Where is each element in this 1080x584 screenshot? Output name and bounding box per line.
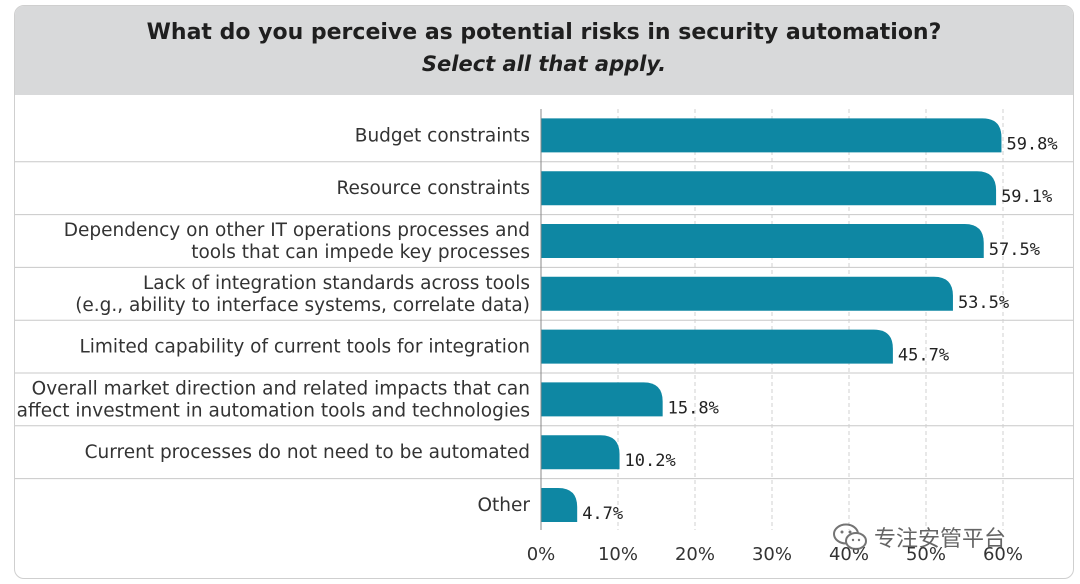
category-label: Overall market direction and related imp… [32, 378, 530, 399]
category-label: Current processes do not need to be auto… [85, 442, 530, 463]
category-label: Resource constraints [336, 178, 530, 199]
value-label: 10.2% [625, 451, 676, 471]
bar [541, 435, 620, 470]
bar-chart: 59.8% Budget constraints 59.1% Resource con… [15, 109, 1073, 565]
bar [541, 382, 663, 417]
value-label: 57.5% [989, 240, 1040, 260]
wechat-icon [833, 523, 867, 550]
category-label: affect investment in automation tools an… [17, 400, 530, 421]
watermark-text: 专注安管平台 [874, 527, 1007, 552]
bar [541, 171, 997, 206]
category-label: Dependency on other IT operations proces… [64, 220, 530, 241]
bar [541, 276, 953, 311]
category-label: Budget constraints [355, 125, 530, 146]
category-label: Lack of integration standards across too… [143, 273, 530, 294]
bar [541, 488, 578, 522]
category-label: tools that can impede key processes [191, 242, 530, 263]
value-label: 15.8% [668, 398, 719, 418]
x-tick-label: 30% [752, 544, 792, 565]
value-label: 59.8% [1006, 134, 1057, 154]
x-tick-label: 20% [675, 544, 715, 565]
x-tick-label: 10% [598, 544, 638, 565]
category-label: (e.g., ability to interface systems, cor… [75, 295, 530, 316]
value-label: 53.5% [958, 293, 1009, 313]
bar [541, 224, 984, 258]
watermark: 专注安管平台 [832, 521, 1006, 553]
bar [541, 329, 893, 364]
value-label: 45.7% [898, 346, 949, 366]
value-label: 59.1% [1001, 187, 1052, 207]
category-label: Other [477, 495, 530, 516]
x-tick-label: 0% [527, 544, 556, 565]
value-label: 4.7% [582, 504, 623, 524]
bar [541, 118, 1002, 153]
category-label: Limited capability of current tools for … [79, 337, 530, 358]
